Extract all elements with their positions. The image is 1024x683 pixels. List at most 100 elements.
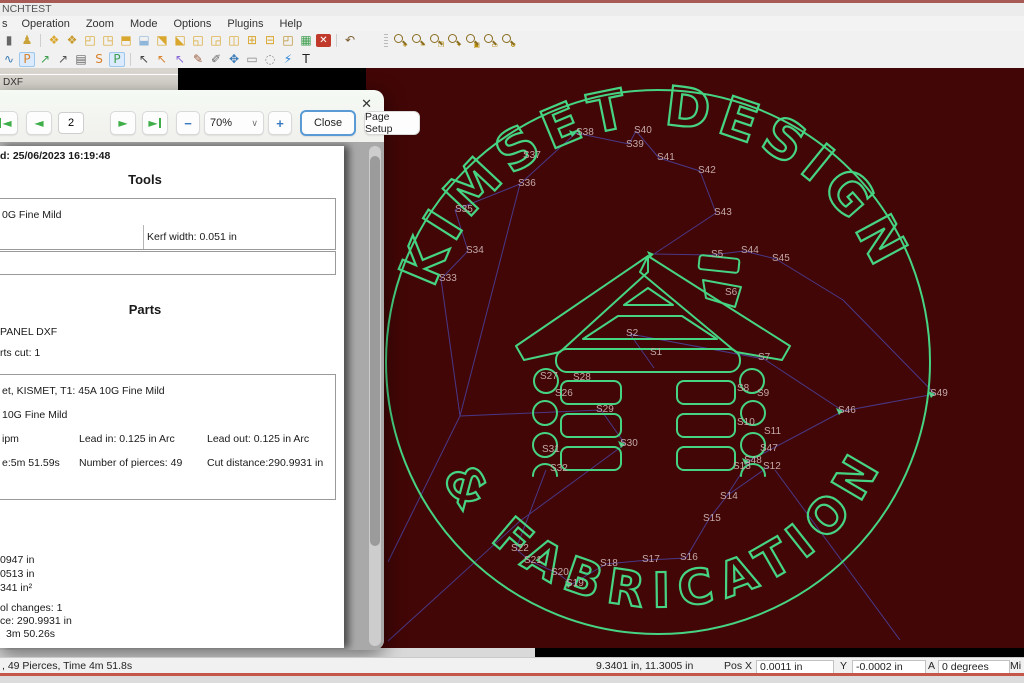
menu-item-help[interactable]: Help — [271, 18, 310, 30]
edit-path-icon[interactable]: ✎ — [190, 52, 206, 67]
zoom-previous-icon[interactable]: ↻ — [500, 33, 516, 49]
nest-table-icon[interactable]: ▦ — [298, 33, 314, 48]
menu-item-mode[interactable]: Mode — [122, 18, 166, 30]
pos-x-field[interactable]: 0.0011 in — [756, 660, 834, 674]
pierce-label-s14: S14 — [720, 491, 738, 502]
toolbar-separator — [130, 52, 131, 66]
part-import-icon[interactable]: ⊟ — [262, 33, 278, 48]
part-group-icon[interactable]: ◫ — [226, 33, 242, 48]
zoom-in-button[interactable]: + — [268, 111, 292, 135]
pierce-label-s2: S2 — [626, 328, 639, 339]
preview-scrollbar[interactable] — [369, 146, 381, 646]
pierce-label-s34: S34 — [466, 245, 484, 256]
nest-add-icon[interactable]: ❖ — [46, 33, 62, 48]
toolbar-grip[interactable] — [384, 34, 388, 47]
zoom-out-icon[interactable]: − — [410, 33, 426, 49]
path-mode-icon[interactable]: P — [19, 51, 35, 67]
pierce-label-s44: S44 — [741, 245, 759, 256]
part-left-icon[interactable]: ◱ — [190, 33, 206, 48]
tools-heading: Tools — [128, 172, 162, 187]
y-field[interactable]: -0.0002 in — [852, 660, 926, 674]
operation-line2: 10G Fine Mild — [2, 409, 68, 421]
pierce-label-s15: S15 — [703, 513, 721, 524]
last-page-button[interactable]: ► — [142, 111, 168, 135]
operation-line1: et, KISMET, T1: 45A 10G Fine Mild — [2, 385, 165, 397]
toolbar-separator — [40, 34, 41, 47]
bottom-gray-bar — [0, 676, 1024, 683]
part-copy-icon[interactable]: ⬒ — [118, 33, 134, 48]
tool-partial-icon[interactable]: ▮ — [1, 33, 17, 48]
pierce-label-s6: S6 — [725, 287, 738, 298]
a-field[interactable]: 0 degrees — [938, 660, 1010, 674]
menu-item-operation[interactable]: Operation — [14, 18, 78, 30]
simulate-icon[interactable]: ⚡ — [280, 52, 296, 67]
menu-item-zoom[interactable]: Zoom — [78, 18, 122, 30]
part-export-icon[interactable]: ◰ — [280, 33, 296, 48]
text-tool-icon[interactable]: T — [298, 52, 314, 67]
rect-select-icon[interactable]: ▭ — [244, 52, 260, 67]
start-point-icon[interactable]: S — [91, 52, 107, 67]
first-page-button[interactable]: ◄ — [0, 111, 18, 135]
zoom-in-icon[interactable]: + — [392, 33, 408, 49]
part-dup-icon[interactable]: ⬔ — [154, 33, 170, 48]
pierce-label-s26: S26 — [555, 388, 573, 399]
zoom-out-button[interactable]: − — [176, 111, 200, 135]
page-setup-button[interactable]: Page Setup — [364, 111, 420, 135]
pin-icon[interactable]: ♟ — [19, 33, 35, 48]
print-preview-dialog: ✕ ◄ ◄ 2 ► ► − 70% ∨ + Close Page Setup d… — [0, 90, 420, 650]
delete-part-icon[interactable]: ✕ — [316, 34, 331, 47]
measure-arrow-icon[interactable]: ↗ — [55, 52, 71, 67]
pierce-label-s31: S31 — [542, 444, 560, 455]
close-button[interactable]: Close — [300, 110, 356, 136]
pierce-label-s18: S18 — [600, 558, 618, 569]
next-page-button[interactable]: ► — [110, 111, 136, 135]
pierce-label-s22: S22 — [511, 543, 529, 554]
pierce-label-s33: S33 — [439, 273, 457, 284]
zoom-level-select[interactable]: 70% ∨ — [204, 111, 264, 135]
zoom-extents-icon[interactable]: ▣ — [464, 33, 480, 49]
undo-icon[interactable]: ↶ — [342, 33, 358, 48]
nest-copy-icon[interactable]: ❖ — [64, 33, 80, 48]
zoom-previous-icon-badge: ↻ — [510, 41, 516, 49]
zoom-parts-icon[interactable]: ✦ — [446, 33, 462, 49]
zoom-window-icon[interactable]: ❐ — [428, 33, 444, 49]
menu-item-options[interactable]: Options — [165, 18, 219, 30]
select-multi-icon[interactable]: ↖ — [172, 52, 188, 67]
move-part-icon[interactable]: ✥ — [226, 52, 242, 67]
contour-tool-icon[interactable]: ∿ — [1, 52, 17, 67]
total-line-2: ce: 290.9931 in — [0, 615, 72, 627]
part-rotate-right-icon[interactable]: ◳ — [100, 33, 116, 48]
part-paste-icon[interactable]: ⬓ — [136, 33, 152, 48]
stat-line-1: 0947 in — [0, 554, 35, 566]
select-cursor-icon[interactable]: ↖ — [136, 52, 152, 67]
jog-arrow-icon[interactable]: ↗ — [37, 52, 53, 67]
pierce-label-s19: S19 — [566, 578, 584, 589]
status-summary: , 49 Pierces, Time 4m 51.8s — [2, 660, 133, 672]
parts-panel-label: DXF — [3, 77, 23, 88]
pierce-label-s35: S35 — [455, 204, 473, 215]
zoom-selected-icon-badge: ▭ — [491, 41, 498, 49]
part-right-icon[interactable]: ◲ — [208, 33, 224, 48]
zoom-selected-icon[interactable]: ▭ — [482, 33, 498, 49]
part-array-icon[interactable]: ⬕ — [172, 33, 188, 48]
lead-in: Lead in: 0.125 in Arc — [79, 433, 175, 445]
lasso-select-icon[interactable]: ◌ — [262, 52, 278, 67]
post-process-icon[interactable]: P — [109, 51, 125, 67]
last-page-bar — [158, 118, 161, 128]
page-number-input[interactable]: 2 — [58, 112, 84, 134]
previous-page-button[interactable]: ◄ — [26, 111, 52, 135]
menu-item-tools[interactable]: s — [0, 18, 14, 30]
a-label: A — [928, 660, 936, 672]
part-rotate-left-icon[interactable]: ◰ — [82, 33, 98, 48]
preview-scrollbar-thumb[interactable] — [370, 156, 380, 546]
pierce-label-s13: S13 — [733, 461, 751, 472]
pierce-label-s1: S1 — [650, 347, 663, 358]
menu-item-plugins[interactable]: Plugins — [219, 18, 271, 30]
select-start-icon[interactable]: ↖ — [154, 52, 170, 67]
part-ungroup-icon[interactable]: ⊞ — [244, 33, 260, 48]
pierce-label-s29: S29 — [596, 404, 614, 415]
title-bar: NCHTEST — [0, 3, 1024, 16]
machine-icon[interactable]: ▤ — [73, 52, 89, 67]
edit-nodes-icon[interactable]: ✐ — [208, 52, 224, 67]
preview-toolbar: ◄ ◄ 2 ► ► − 70% ∨ + Close Page Setup — [0, 110, 420, 136]
